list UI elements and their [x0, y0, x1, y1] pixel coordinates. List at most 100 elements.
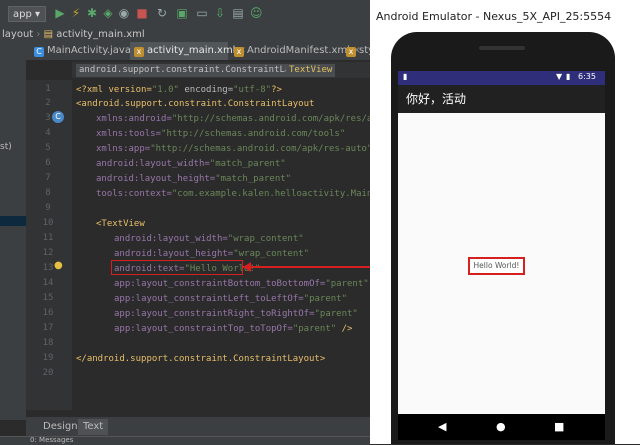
line-number: 2 [45, 98, 51, 108]
code-token: "utf-8" [233, 85, 272, 95]
hello-world-textview: Hello World! [468, 257, 525, 275]
line-number: 17 [42, 323, 54, 333]
line-number: 6 [45, 158, 51, 168]
line-number: 8 [45, 188, 51, 198]
code-token: /> [336, 324, 353, 334]
profile-icon[interactable]: ◉ [118, 7, 130, 19]
code-token: "1.0" [151, 85, 179, 95]
line-number: 15 [42, 293, 54, 303]
run-config-select[interactable]: app ▾ [8, 6, 46, 22]
code-token: "parent" [292, 324, 337, 334]
breadcrumb-layout[interactable]: layout [0, 29, 33, 40]
app-title: 你好，活动 [406, 92, 467, 106]
code-token: android:layout_height= [114, 249, 234, 259]
tab-design[interactable]: Design [38, 419, 83, 435]
code-editor[interactable]: <?xml version="1.0" encoding="utf-8"?> <… [72, 80, 370, 410]
code-token: <?xml version= [76, 85, 152, 95]
code-token: <TextView [96, 219, 145, 229]
code-token: "parent" [325, 279, 369, 289]
battery-icon: ▮ [566, 72, 571, 81]
code-token: app:layout_constraintRight_toRightOf= [114, 309, 315, 319]
device-monitor-icon[interactable]: ▤ [232, 7, 244, 19]
sdk-manager-icon[interactable]: ⇩ [214, 7, 226, 19]
apply-changes-icon[interactable]: ⚡ [70, 7, 82, 19]
lightbulb-icon[interactable]: ● [54, 260, 63, 271]
code-token: app:layout_constraintTop_toTopOf= [114, 324, 293, 334]
line-number: 11 [42, 233, 54, 243]
clock: 6:35 [578, 72, 596, 81]
code-token: "wrap_content" [227, 234, 304, 244]
run-icon[interactable]: ▶ [54, 7, 66, 19]
project-pane-partial-text: st) [0, 142, 12, 152]
line-number: 9 [45, 203, 51, 213]
emulator-title: Android Emulator - Nexus_5X_API_25:5554 [376, 10, 612, 23]
line-number: 1 [45, 84, 51, 94]
xml-file-icon: ▤ [43, 29, 54, 40]
sync-icon[interactable]: ↻ [156, 7, 168, 19]
code-token: xmlns:android= [96, 114, 172, 124]
highlight-box [111, 260, 243, 275]
code-token: xmlns:tools= [96, 129, 162, 139]
line-number-gutter: 1 2 3 4 5 6 7 8 9 10 11 12 13 14 15 16 1… [26, 80, 72, 410]
manifest-file-icon: x [234, 47, 244, 57]
code-token: android:layout_width= [96, 159, 210, 169]
class-marker-icon[interactable]: C [52, 111, 64, 123]
tab-android-manifest[interactable]: x AndroidManifest.xml ✕ [230, 42, 361, 60]
tab-styles[interactable]: xstyl [344, 42, 370, 60]
ide-toolbar: app ▾ ▶ ⚡ ✱ ◈ ◉ ■ ↻ ▣ ▭ ⇩ ▤ ☺ [0, 0, 370, 29]
code-token: "wrap_content" [233, 249, 310, 259]
stop-icon[interactable]: ■ [136, 7, 148, 19]
code-token: tools:context= [96, 189, 172, 199]
home-icon[interactable]: ● [496, 421, 506, 433]
code-token: android:layout_height= [96, 174, 216, 184]
xml-file-icon: x [346, 47, 356, 57]
code-token: android:layout_width= [114, 234, 228, 244]
run-config-label: app [13, 9, 32, 20]
code-token: "match_parent" [215, 174, 292, 184]
code-token: </android.support.constraint.ConstraintL… [76, 354, 326, 364]
line-number: 20 [42, 368, 54, 378]
project-pane-selection [0, 216, 26, 226]
code-token: "parent" [303, 294, 348, 304]
arrow-head-icon [243, 262, 251, 272]
tab-activity-main[interactable]: xactivity_main.xml✕ [130, 42, 246, 60]
line-number: 18 [42, 338, 54, 348]
code-token: app:layout_constraintBottom_toBottomOf= [114, 279, 326, 289]
code-token: "com.example.kalen.helloactivity.MainAct… [171, 189, 370, 199]
debug-icon[interactable]: ✱ [86, 7, 98, 19]
avd-manager-icon[interactable]: ▭ [196, 7, 208, 19]
xml-file-icon: x [134, 47, 144, 57]
code-token: "parent" [314, 309, 358, 319]
line-number: 16 [42, 308, 54, 318]
phone-nav-bar: ◀ ● ■ [398, 414, 605, 440]
tag-constraint-layout[interactable]: android.support.constraint.ConstraintLay… [76, 64, 315, 77]
code-token: app:layout_constraintLeft_toLeftOf= [114, 294, 304, 304]
line-number: 5 [45, 143, 51, 153]
tab-text[interactable]: Text [78, 419, 109, 435]
breadcrumb: layout › ▤ activity_main.xml [0, 28, 370, 42]
code-token: "http://schemas.android.com/apk/res-auto… [150, 144, 370, 154]
tab-main-activity[interactable]: CMainActivity.java✕ [30, 42, 142, 60]
java-class-icon: C [34, 47, 44, 57]
code-token: encoding= [178, 85, 234, 95]
tag-breadcrumbs: android.support.constraint.ConstraintLay… [72, 62, 370, 78]
gradle-icon[interactable]: ▣ [176, 7, 188, 19]
line-number: 7 [45, 173, 51, 183]
code-token: <android.support.constraint.ConstraintLa… [76, 99, 315, 109]
speaker-grille [479, 46, 525, 50]
line-number: 10 [42, 218, 54, 228]
back-icon[interactable]: ◀ [438, 421, 446, 433]
tag-textview[interactable]: TextView [286, 64, 336, 77]
android-icon[interactable]: ☺ [250, 7, 263, 19]
code-token: ?> [271, 85, 282, 95]
recents-icon[interactable]: ■ [554, 421, 564, 433]
line-number: 4 [45, 128, 51, 138]
code-token: "http://schemas.android.com/tools" [161, 129, 346, 139]
wifi-icon: ▼ [556, 72, 563, 81]
line-number: 13 [42, 263, 54, 273]
phone-screen[interactable] [398, 71, 605, 421]
breadcrumb-file[interactable]: activity_main.xml [56, 29, 144, 40]
coverage-icon[interactable]: ◈ [102, 7, 114, 19]
phone-status-bar: ▮ ▼ ▮ 6:35 [398, 71, 605, 85]
hello-world-text: Hello World! [473, 261, 520, 270]
